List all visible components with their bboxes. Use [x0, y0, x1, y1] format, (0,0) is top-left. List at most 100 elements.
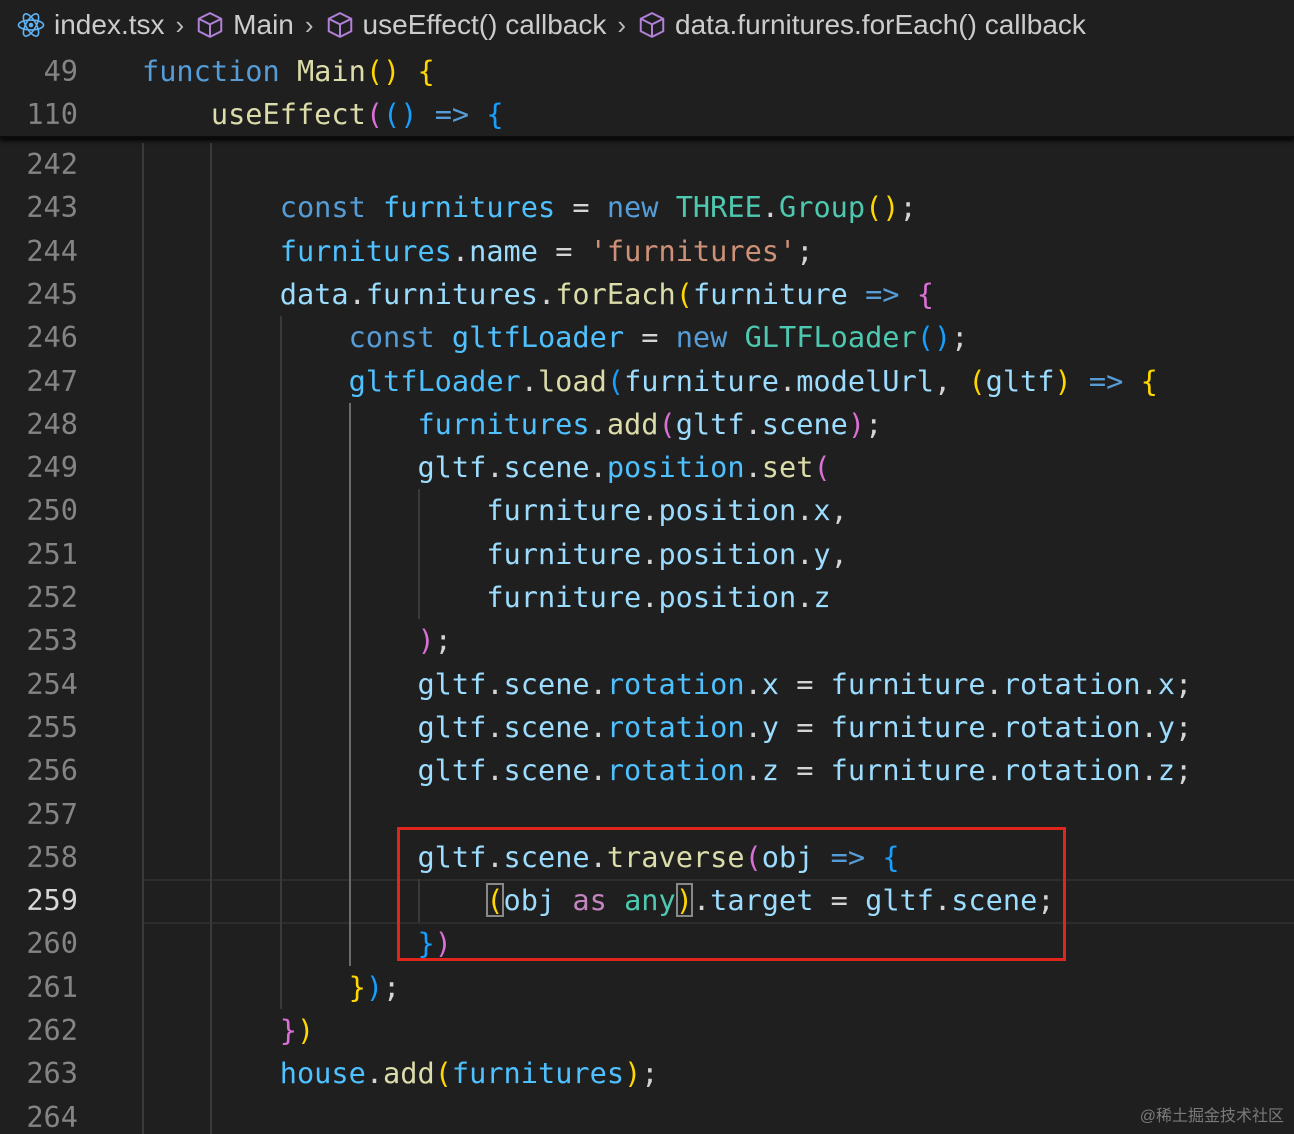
code-token: (: [434, 1056, 452, 1091]
code-text[interactable]: furnitures.name = 'furnitures';: [142, 230, 814, 273]
code-token: furnitures: [383, 190, 556, 225]
code-token: y: [813, 536, 831, 571]
code-token: .: [1140, 709, 1158, 744]
code-line: 251 furniture.position.y,: [0, 533, 1294, 576]
code-text[interactable]: gltf.scene.position.set(: [142, 446, 830, 489]
code-token: 'furnitures': [589, 233, 797, 268]
code-text[interactable]: furniture.position.z: [142, 576, 831, 619]
code-token: ;: [899, 190, 917, 225]
line-number: 254: [26, 666, 78, 701]
code-token: function: [142, 54, 280, 88]
code-text[interactable]: }): [142, 1009, 314, 1052]
code-text[interactable]: useEffect(() => {: [142, 93, 504, 136]
watermark: @稀土掘金技术社区: [1139, 1108, 1284, 1125]
code-token: .: [365, 1056, 384, 1091]
code-token: .: [796, 493, 814, 528]
code-line: 249 gltf.scene.position.set(: [0, 446, 1294, 489]
code-token: .: [744, 406, 762, 441]
code-token: .: [348, 276, 366, 311]
code-token: .: [486, 709, 504, 744]
code-token: .: [486, 450, 504, 485]
code-token: (): [365, 54, 401, 88]
code-token: scene: [503, 709, 590, 744]
code-token: ): [365, 969, 384, 1004]
code-token: (: [658, 406, 676, 441]
code-token: gltf: [417, 666, 487, 701]
code-text[interactable]: furniture.position.y,: [142, 533, 848, 576]
line-number: 259: [26, 883, 78, 918]
code-line: 252 furniture.position.z: [0, 576, 1294, 619]
code-token: furnitures: [451, 1056, 625, 1091]
code-token: .: [1140, 666, 1158, 701]
breadcrumb-item[interactable]: useEffect() callback: [325, 9, 607, 41]
code-text[interactable]: function Main() {: [142, 50, 435, 93]
code-token: .: [985, 753, 1003, 788]
code-token: .: [985, 709, 1003, 744]
code-token: x: [761, 666, 780, 701]
code-token: ): [296, 1013, 315, 1047]
code-token: ): [624, 1056, 642, 1091]
code-token: gltfLoader: [348, 363, 521, 398]
code-token: ;: [796, 233, 814, 268]
line-number: 246: [26, 320, 78, 355]
breadcrumb-label: data.furnitures.forEach() callback: [675, 9, 1086, 40]
code-text[interactable]: house.add(furnitures);: [142, 1052, 659, 1095]
breadcrumb-label: useEffect() callback: [362, 9, 607, 40]
code-text[interactable]: gltf.scene.rotation.x = furniture.rotati…: [142, 663, 1192, 706]
code-text[interactable]: gltf.scene.rotation.z = furniture.rotati…: [142, 749, 1192, 792]
code-token: scene: [761, 406, 848, 441]
code-text[interactable]: furnitures.add(gltf.scene);: [142, 403, 882, 446]
line-number: 247: [26, 363, 78, 398]
code-token: GLTFLoader: [744, 320, 917, 355]
breadcrumb-item[interactable]: index.tsx: [16, 9, 165, 41]
code-token: }: [348, 969, 366, 1004]
code-token: z: [813, 580, 831, 614]
code-editor[interactable]: 242 243 const furnitures = new THREE.Grou…: [0, 143, 1294, 1134]
code-token: ;: [383, 969, 401, 1004]
line-number: 262: [26, 1013, 78, 1047]
code-text[interactable]: );: [142, 619, 451, 662]
code-token: .: [1140, 753, 1158, 788]
code-text[interactable]: const furnitures = new THREE.Group();: [142, 186, 917, 229]
code-text[interactable]: data.furnitures.forEach(furniture => {: [142, 273, 934, 316]
code-token: position: [658, 536, 797, 571]
code-token: furnitures: [279, 233, 452, 268]
breadcrumb-item[interactable]: Main: [195, 9, 294, 41]
line-number: 261: [26, 969, 78, 1004]
line-number: 257: [26, 796, 78, 831]
code-token: position: [658, 580, 797, 614]
code-token: furniture: [486, 536, 642, 571]
code-line: 246 const gltfLoader = new GLTFLoader();: [0, 316, 1294, 359]
line-number: 244: [26, 233, 78, 268]
line-number: 243: [26, 190, 78, 225]
code-line: 248 furnitures.add(gltf.scene);: [0, 403, 1294, 446]
line-number: 110: [26, 97, 78, 132]
code-token: =: [624, 320, 676, 355]
chevron-right-icon: ›: [175, 9, 185, 40]
code-token: (: [968, 363, 986, 398]
code-line: 255 gltf.scene.rotation.y = furniture.ro…: [0, 706, 1294, 749]
code-token: name: [469, 233, 538, 268]
code-token: furniture: [624, 363, 779, 398]
line-number: 263: [26, 1056, 78, 1091]
code-text[interactable]: furniture.position.x,: [142, 489, 848, 532]
code-token: ): [847, 406, 866, 441]
code-text[interactable]: gltf.scene.rotation.y = furniture.rotati…: [142, 706, 1192, 749]
code-text[interactable]: });: [142, 966, 401, 1009]
code-token: gltfLoader: [451, 320, 625, 355]
code-text[interactable]: gltfLoader.load(furniture.modelUrl, (glt…: [142, 360, 1158, 403]
code-token: x: [813, 493, 831, 528]
code-token: modelUrl: [796, 363, 934, 398]
breadcrumb-item[interactable]: data.furnitures.forEach() callback: [637, 9, 1086, 41]
code-token: .: [486, 753, 504, 788]
code-token: new: [606, 190, 659, 225]
code-text[interactable]: const gltfLoader = new GLTFLoader();: [142, 316, 969, 359]
code-token: gltf: [985, 363, 1055, 398]
